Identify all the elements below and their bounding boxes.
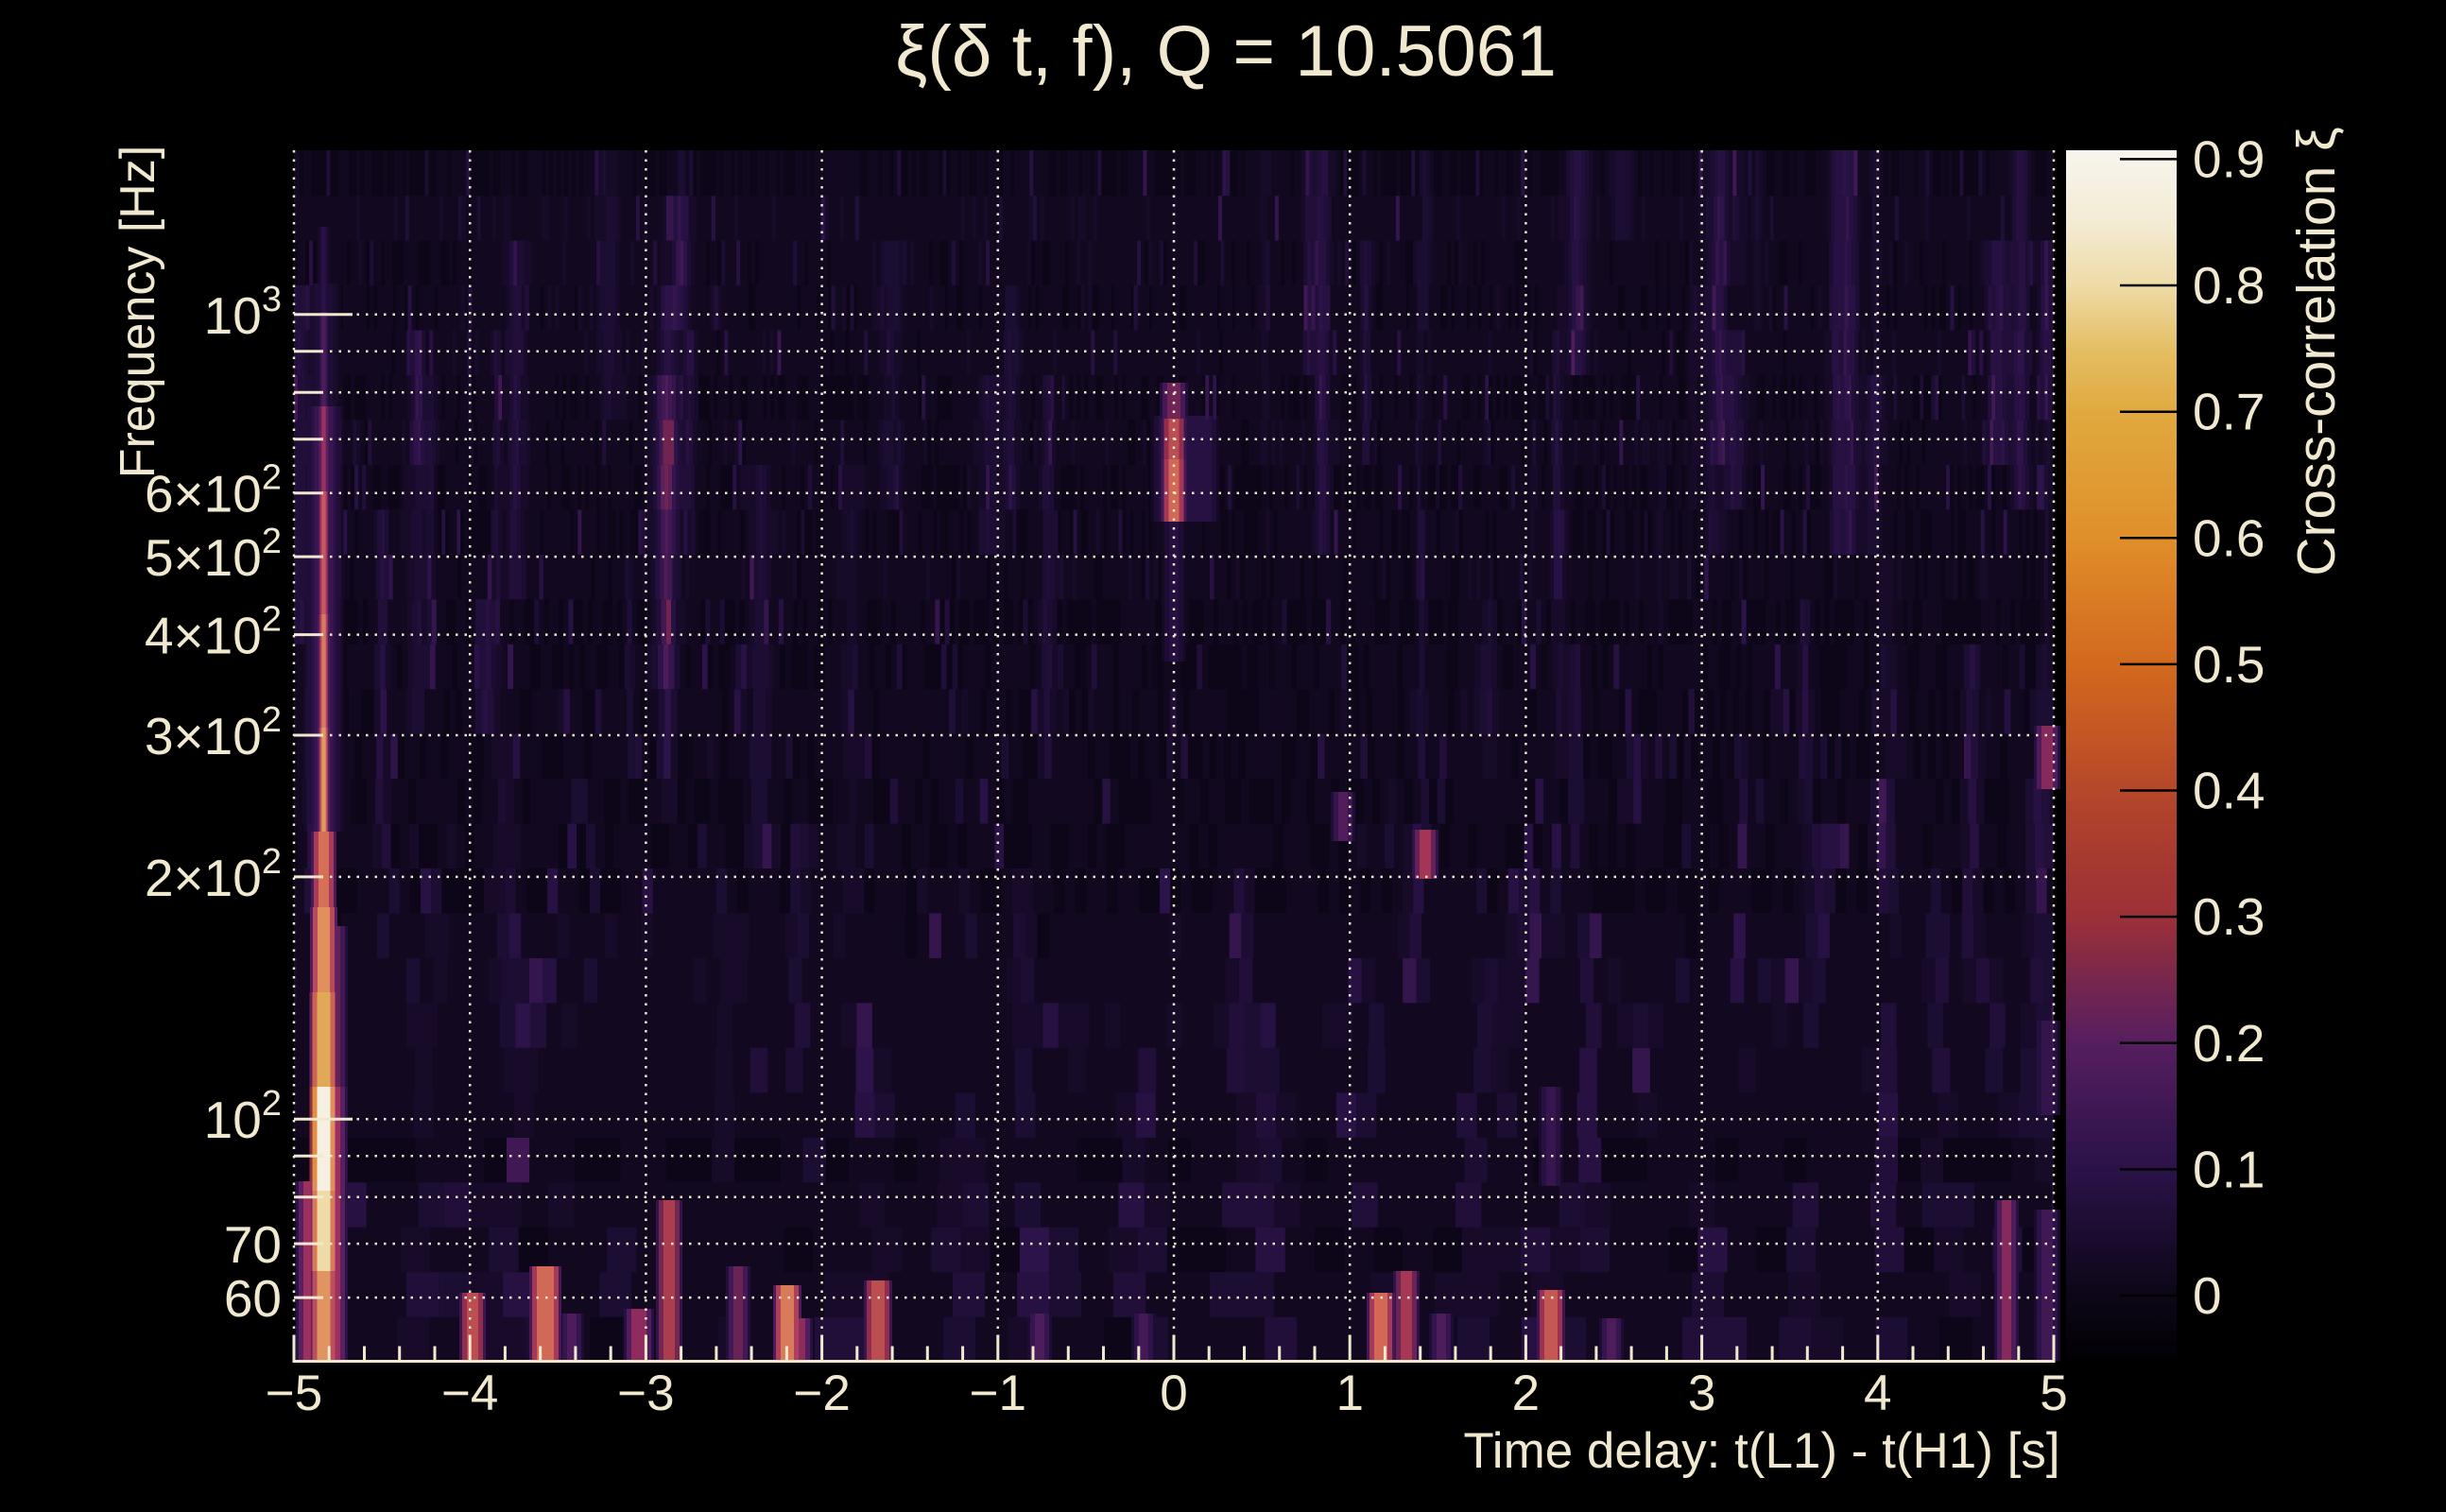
- svg-text:−2: −2: [793, 1366, 850, 1421]
- svg-text:0.9: 0.9: [2193, 129, 2265, 188]
- svg-text:70: 70: [224, 1215, 282, 1274]
- svg-text:2: 2: [1512, 1366, 1540, 1421]
- svg-text:0: 0: [2193, 1266, 2222, 1325]
- svg-text:Cross-correlation ξ: Cross-correlation ξ: [2286, 127, 2347, 576]
- svg-text:0.2: 0.2: [2193, 1014, 2265, 1073]
- svg-text:4×102: 4×102: [145, 600, 282, 665]
- svg-text:ξ(δ t, f), Q = 10.5061: ξ(δ t, f), Q = 10.5061: [895, 11, 1557, 92]
- svg-text:5: 5: [2040, 1366, 2067, 1421]
- svg-text:1: 1: [1335, 1366, 1363, 1421]
- svg-text:−5: −5: [266, 1366, 322, 1421]
- svg-text:Time delay: t(L1) - t(H1) [s]: Time delay: t(L1) - t(H1) [s]: [1463, 1423, 2059, 1479]
- svg-text:0.8: 0.8: [2193, 256, 2265, 315]
- svg-text:−3: −3: [617, 1366, 674, 1421]
- svg-text:0.7: 0.7: [2193, 383, 2265, 441]
- svg-text:Frequency [Hz]: Frequency [Hz]: [111, 146, 165, 479]
- svg-text:60: 60: [224, 1269, 282, 1328]
- svg-text:2×102: 2×102: [145, 842, 282, 907]
- svg-text:0: 0: [1160, 1366, 1187, 1421]
- svg-text:0.4: 0.4: [2193, 762, 2265, 820]
- svg-text:0.6: 0.6: [2193, 508, 2265, 567]
- svg-text:−4: −4: [441, 1366, 498, 1421]
- svg-text:0.1: 0.1: [2193, 1140, 2265, 1198]
- svg-text:0.5: 0.5: [2193, 635, 2265, 694]
- svg-text:0.3: 0.3: [2193, 887, 2265, 946]
- svg-text:5×102: 5×102: [145, 522, 282, 587]
- svg-text:3: 3: [1688, 1366, 1715, 1421]
- svg-text:4: 4: [1864, 1366, 1891, 1421]
- svg-text:−1: −1: [970, 1366, 1026, 1421]
- svg-text:3×102: 3×102: [145, 700, 282, 765]
